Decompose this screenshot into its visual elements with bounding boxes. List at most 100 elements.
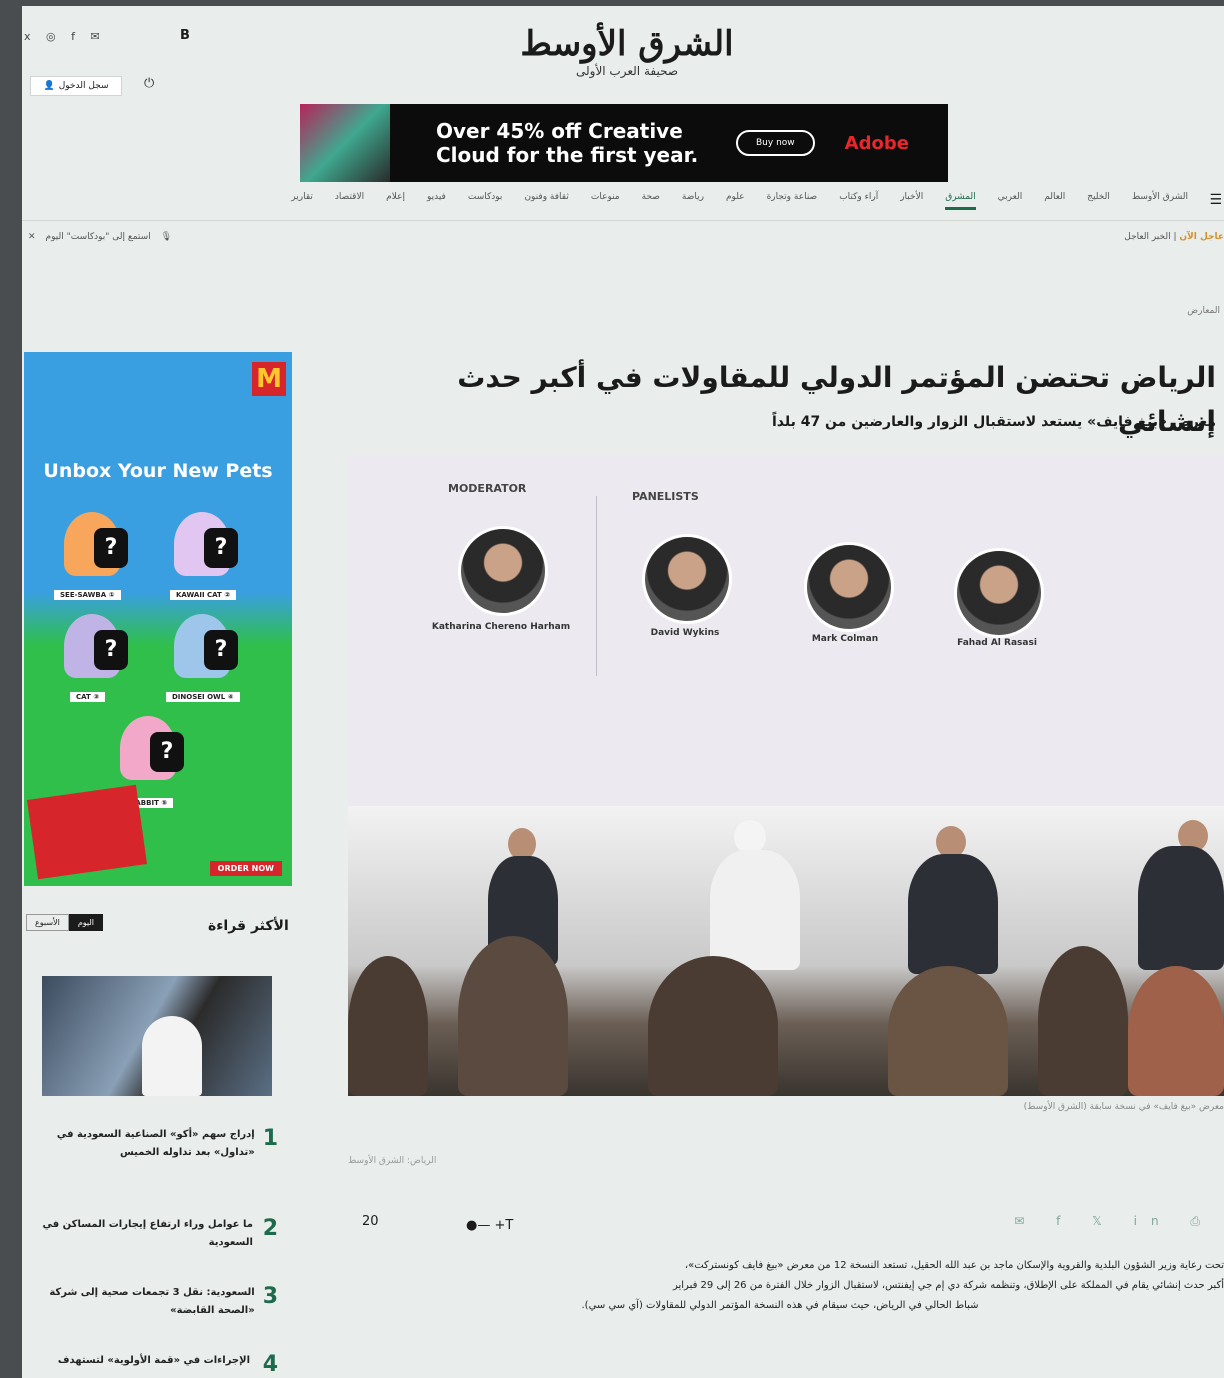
audience-member bbox=[1128, 966, 1224, 1096]
font-size-slider[interactable]: ●— +T bbox=[466, 1218, 513, 1233]
nav-item[interactable]: المشرق bbox=[945, 192, 976, 210]
panelist-photo bbox=[804, 542, 894, 632]
nav-item[interactable]: ثقافة وفنون bbox=[524, 192, 568, 210]
pet-box bbox=[174, 512, 238, 576]
mic-icon: 🎙 bbox=[160, 232, 173, 242]
pet-tag: KAWAII CAT ② bbox=[170, 590, 237, 600]
power-icon[interactable]: ⏻ bbox=[144, 76, 154, 91]
tab-today[interactable]: اليوم bbox=[68, 914, 103, 931]
panelist-name: Katharina Chereno Harham bbox=[431, 622, 571, 632]
podcast-label: استمع إلى "بودكاست" اليوم bbox=[45, 232, 151, 242]
item-text: الإجراءات في «قمة الأولوية» لتستهدف bbox=[57, 1355, 250, 1366]
most-read-item[interactable]: 4 الإجراءات في «قمة الأولوية» لتستهدف bbox=[32, 1352, 278, 1378]
body-line: تحت رعاية وزير الشؤون البلدية والقروية و… bbox=[684, 1260, 1224, 1271]
close-icon[interactable]: ✕ bbox=[28, 232, 36, 242]
most-read-title: الأكثر قراءة bbox=[208, 918, 289, 934]
article-title: الرياض تحتضن المؤتمر الدولي للمقاولات في… bbox=[457, 361, 1216, 438]
logo-text: الشرق الأوسط bbox=[520, 24, 734, 64]
article-credit: الرياض: الشرق الأوسط bbox=[348, 1156, 437, 1166]
nav-item[interactable]: بودكاست bbox=[468, 192, 503, 210]
main-nav: الشرق الأوسط الخليج العالم العربي المشرق الأخ… bbox=[162, 192, 1222, 210]
hero-image: MODERATOR PANELISTS Katharina Chereno Ha… bbox=[348, 456, 1224, 1096]
top-ad-banner[interactable]: Over 45% off Creative Cloud for the firs… bbox=[300, 104, 948, 182]
site-logo[interactable]: الشرق الأوسط صحيفة العرب الأولى bbox=[492, 24, 762, 78]
header-divider bbox=[22, 220, 1224, 221]
pet-box bbox=[64, 512, 128, 576]
article-body: تحت رعاية وزير الشؤون البلدية والقروية و… bbox=[336, 1256, 1224, 1316]
most-read-thumbnail[interactable] bbox=[42, 976, 272, 1096]
comment-count[interactable]: 20 bbox=[362, 1214, 379, 1229]
item-text: ما عوامل وراء ارتفاع إيجارات المساكن في … bbox=[42, 1219, 253, 1248]
nav-item[interactable]: الاقتصاد bbox=[335, 192, 364, 210]
breaking-news-bar[interactable]: عاجل الآن | الخبر العاجل bbox=[1124, 232, 1224, 242]
audience-member bbox=[348, 956, 428, 1096]
item-number: 1 bbox=[262, 1126, 278, 1151]
moderator-photo bbox=[458, 526, 548, 616]
news-page: x ◎ f ✉ B 👤 سجل الدخول ⏻ الشرق الأوسط صح… bbox=[22, 6, 1224, 1378]
nav-item[interactable]: تقارير bbox=[291, 192, 313, 210]
panelist-name: Fahad Al Rasasi bbox=[957, 638, 1037, 648]
most-read-tabs: الأسبوع اليوم bbox=[26, 914, 103, 931]
audience-member bbox=[1038, 946, 1128, 1096]
article-subtitle: معرض «بيغ فايف» يستعد لاستقبال الزوار وا… bbox=[771, 414, 1216, 430]
audience-member bbox=[458, 936, 568, 1096]
nav-item[interactable]: آراء وكتاب bbox=[839, 192, 878, 210]
pet-box bbox=[120, 716, 184, 780]
tab-week[interactable]: الأسبوع bbox=[26, 914, 69, 931]
speaker-head bbox=[734, 820, 766, 854]
ad-buy-button[interactable]: Buy now bbox=[736, 130, 815, 156]
item-text: السعودية: نقل 3 تجمعات صحية إلى شركة «ال… bbox=[49, 1287, 255, 1316]
social-icons[interactable]: x ◎ f ✉ bbox=[24, 30, 106, 43]
speaker bbox=[710, 850, 800, 970]
item-number: 3 bbox=[262, 1284, 278, 1309]
article-toolbar: 20 ●— +T ✉ f 𝕏 in ⎙ bbox=[362, 1214, 1222, 1233]
nav-item[interactable]: علوم bbox=[726, 192, 745, 210]
panelist-name: David Wykins bbox=[650, 628, 720, 638]
order-now-button[interactable]: ORDER NOW bbox=[209, 861, 282, 876]
audience-member bbox=[888, 966, 1008, 1096]
breadcrumb[interactable]: المعارض bbox=[1187, 306, 1220, 316]
stage-screen: MODERATOR PANELISTS Katharina Chereno Ha… bbox=[348, 456, 1224, 806]
nav-item[interactable]: الأخبار bbox=[900, 192, 923, 210]
most-read-item[interactable]: 3 السعودية: نقل 3 تجمعات صحية إلى شركة «… bbox=[32, 1284, 278, 1320]
image-caption: معرض «بيغ فايف» في نسخة سابقة (الشرق الأ… bbox=[1023, 1102, 1224, 1112]
nav-item[interactable]: إعلام bbox=[386, 192, 405, 210]
pet-box bbox=[64, 614, 128, 678]
most-read-item[interactable]: 1 إدراج سهم «أكو» الصناعية السعودية في «… bbox=[32, 1126, 278, 1162]
menu-icon[interactable]: ☰ bbox=[1209, 192, 1222, 208]
panelists-label: PANELISTS bbox=[632, 490, 699, 503]
audience-member bbox=[648, 956, 778, 1096]
podcast-bar[interactable]: ✕ استمع إلى "بودكاست" اليوم 🎙 bbox=[28, 232, 172, 242]
user-icon: 👤 bbox=[43, 81, 55, 91]
bold-icon[interactable]: B bbox=[180, 28, 190, 43]
breaking-text: الخبر العاجل bbox=[1124, 232, 1171, 242]
nav-item[interactable]: صحة bbox=[642, 192, 660, 210]
font-scale-label: +T bbox=[494, 1218, 514, 1233]
pet-tag: DINOSEI OWL ④ bbox=[166, 692, 240, 702]
side-ad[interactable]: M Unbox Your New Pets SEE-SAWBA ① KAWAII… bbox=[24, 352, 292, 886]
nav-item[interactable]: الشرق الأوسط bbox=[1132, 192, 1188, 210]
stage-photo bbox=[348, 806, 1224, 1096]
nav-item[interactable]: صناعة وتجارة bbox=[767, 192, 818, 210]
body-line: أكبر حدث إنشائي يقام في المملكة على الإط… bbox=[672, 1280, 1224, 1291]
ad-brand-logo: Adobe bbox=[844, 132, 909, 154]
side-ad-title: Unbox Your New Pets bbox=[43, 460, 273, 482]
item-number: 4 bbox=[262, 1352, 278, 1377]
nav-item[interactable]: فيديو bbox=[427, 192, 446, 210]
most-read-item[interactable]: 2 ما عوامل وراء ارتفاع إيجارات المساكن ف… bbox=[32, 1216, 279, 1252]
nav-item[interactable]: منوعات bbox=[591, 192, 620, 210]
mcdonalds-logo: M bbox=[252, 362, 286, 396]
login-button[interactable]: 👤 سجل الدخول bbox=[30, 76, 122, 96]
ad-artwork bbox=[300, 104, 390, 182]
screen-divider bbox=[596, 496, 597, 676]
happy-meal-box bbox=[26, 784, 148, 880]
nav-item[interactable]: رياضة bbox=[682, 192, 704, 210]
speaker bbox=[1138, 846, 1224, 970]
nav-item[interactable]: الخليج bbox=[1087, 192, 1110, 210]
nav-item[interactable]: العالم bbox=[1044, 192, 1065, 210]
pet-tag: CAT ③ bbox=[70, 692, 106, 702]
speaker bbox=[908, 854, 998, 974]
breaking-label: عاجل الآن bbox=[1179, 232, 1224, 242]
share-icons[interactable]: ✉ f 𝕏 in ⎙ bbox=[1014, 1214, 1214, 1229]
nav-item[interactable]: العربي bbox=[998, 192, 1023, 210]
